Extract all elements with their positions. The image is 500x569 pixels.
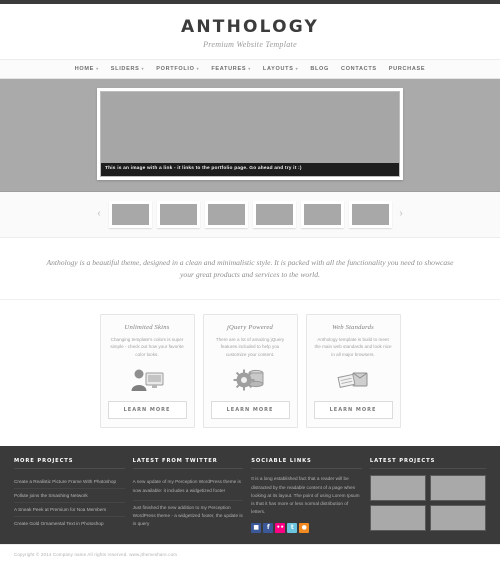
nav-item-label: PURCHASE: [388, 65, 426, 72]
nav-item-layouts[interactable]: LAYOUTS ▾: [263, 66, 298, 72]
rss-icon[interactable]: ●: [299, 522, 310, 533]
site-tagline: Premium Website Template: [203, 39, 297, 49]
hero-caption: This is an image with a link - it links …: [101, 162, 399, 176]
carousel-next-arrow[interactable]: ›: [397, 209, 406, 219]
flickr-icon[interactable]: ••: [275, 522, 286, 533]
feature-description: Changing template's colors is super simp…: [110, 336, 184, 357]
intro-text: Anthology is a beautiful theme, designed…: [0, 238, 500, 300]
social-icon-row: ■ f •• t ●: [251, 522, 362, 533]
feature-title: Web Standards: [332, 323, 374, 331]
nav-item-label: HOME: [74, 65, 95, 72]
project-thumbnail[interactable]: [429, 475, 487, 502]
tweet-item: Just finished the new addition to my Per…: [132, 504, 243, 527]
nav-item-label: BLOG: [310, 65, 330, 72]
learn-more-button[interactable]: LEARN MORE: [313, 401, 393, 420]
chevron-down-icon: ▾: [248, 65, 251, 71]
latest-projects-title: LATEST PROJECTS: [369, 458, 487, 470]
facebook-icon[interactable]: f: [263, 522, 274, 533]
twitter-title: LATEST FROM TWITTER: [132, 458, 244, 470]
project-thumbnail[interactable]: [429, 505, 487, 532]
thumbnail-image: [159, 203, 197, 225]
site-header: ANTHOLOGY Premium Website Template: [0, 4, 500, 59]
nav-item-portfolio[interactable]: PORTFOLIO ▾: [156, 66, 199, 72]
feature-description: Anthology template is build to meet the …: [314, 336, 392, 357]
carousel-prev-arrow[interactable]: ‹: [95, 209, 104, 219]
hero-slider: This is an image with a link - it links …: [0, 78, 500, 192]
nav-item-purchase[interactable]: PURCHASE: [389, 66, 425, 72]
footer-column-projects: LATEST PROJECTS: [369, 458, 487, 533]
carousel-thumbnail[interactable]: [204, 200, 248, 228]
nav-item-label: LAYOUTS: [262, 65, 294, 72]
nav-item-sliders[interactable]: SLIDERS ▾: [111, 66, 144, 72]
tweet-item: A new update of my Perception WordPress …: [132, 475, 244, 501]
hero-image[interactable]: This is an image with a link - it links …: [100, 90, 400, 177]
feature-box: jQuery Powered There are a lot of amazing…: [202, 313, 298, 429]
nav-item-features[interactable]: FEATURES ▾: [211, 66, 251, 72]
project-thumbnail[interactable]: [369, 505, 426, 532]
feature-boxes: Unlimited Skins Changing template's color…: [0, 299, 500, 447]
twitter-list: A new update of my Perception WordPress …: [132, 475, 244, 533]
feature-title: Unlimited Skins: [124, 323, 170, 331]
nav-item-label: FEATURES: [211, 65, 247, 72]
carousel-thumbnail[interactable]: [108, 200, 152, 228]
carousel-thumbnail[interactable]: [252, 200, 296, 228]
thumbnail-image: [303, 203, 341, 225]
site-logo: ANTHOLOGY: [180, 17, 320, 37]
more-projects-title: MORE PROJECTS: [14, 458, 125, 470]
nav-item-label: CONTACTS: [341, 65, 377, 72]
footer-column-twitter: LATEST FROM TWITTER A new update of my P…: [132, 458, 244, 533]
thumbnail-strip: [108, 200, 392, 228]
person-monitor-icon: [108, 364, 187, 394]
hero-frame: This is an image with a link - it links …: [97, 87, 403, 180]
delicious-icon[interactable]: ■: [251, 522, 262, 533]
project-thumbnail[interactable]: [369, 475, 426, 502]
feature-description: There are a lot of amazing jQuery featur…: [215, 336, 285, 357]
twitter-icon[interactable]: t: [287, 522, 298, 533]
thumbnail-image: [111, 203, 149, 225]
site-footer: MORE PROJECTS Create a Realistic Picture…: [0, 446, 500, 544]
thumbnail-image: [207, 203, 245, 225]
carousel-thumbnail[interactable]: [156, 200, 200, 228]
sociable-title: SOCIABLE LINKS: [251, 458, 362, 470]
main-navigation: HOME ▾ SLIDERS ▾ PORTFOLIO ▾ FEATURES ▾ LAYOUTS ▾…: [0, 58, 500, 79]
learn-more-button[interactable]: LEARN MORE: [210, 401, 290, 420]
thumbnail-carousel: ‹ ›: [0, 191, 500, 238]
thumbnail-image: [351, 203, 389, 225]
carousel-thumbnail[interactable]: [300, 200, 344, 228]
carousel-thumbnail[interactable]: [348, 200, 392, 228]
chevron-down-icon: ▾: [196, 65, 200, 71]
nav-list: HOME ▾ SLIDERS ▾ PORTFOLIO ▾ FEATURES ▾ LAYOUTS ▾…: [75, 66, 426, 72]
feature-box: Unlimited Skins Changing template's color…: [99, 313, 195, 429]
nav-item-label: SLIDERS: [110, 65, 140, 72]
nav-item-contacts[interactable]: CONTACTS: [341, 66, 377, 72]
feature-box: Web Standards Anthology template is build…: [305, 313, 401, 429]
chevron-down-icon: ▾: [96, 65, 99, 71]
latest-projects-grid: [369, 475, 487, 532]
more-projects-list: Create a Realistic Picture Frame With Ph…: [14, 475, 125, 530]
nav-item-label: PORTFOLIO: [156, 65, 195, 72]
nav-item-blog[interactable]: BLOG: [310, 66, 329, 72]
copyright-bar: Copyright © 2014 Company name All rights…: [0, 543, 500, 564]
more-projects-link[interactable]: Create Gold Ornamental Text in Photoshop: [14, 517, 125, 530]
more-projects-link[interactable]: A Sneak Peek at Premium for Noa Members: [14, 503, 125, 518]
more-projects-link[interactable]: Pollute joins the Smashing Network: [14, 489, 125, 504]
thumbnail-image: [255, 203, 293, 225]
footer-column-more-projects: MORE PROJECTS Create a Realistic Picture…: [14, 458, 125, 533]
sociable-text: It is a long established fact that a rea…: [251, 476, 360, 515]
learn-more-button[interactable]: LEARN MORE: [107, 401, 187, 420]
feature-title: jQuery Powered: [227, 323, 273, 331]
gear-database-icon: [211, 364, 290, 394]
chevron-down-icon: ▾: [141, 65, 145, 71]
footer-column-sociable: SOCIABLE LINKS It is a long established …: [251, 458, 362, 533]
nav-item-home[interactable]: HOME ▾: [75, 66, 99, 72]
documents-box-icon: [314, 364, 393, 394]
more-projects-link[interactable]: Create a Realistic Picture Frame With Ph…: [14, 475, 125, 490]
chevron-down-icon: ▾: [295, 65, 299, 71]
